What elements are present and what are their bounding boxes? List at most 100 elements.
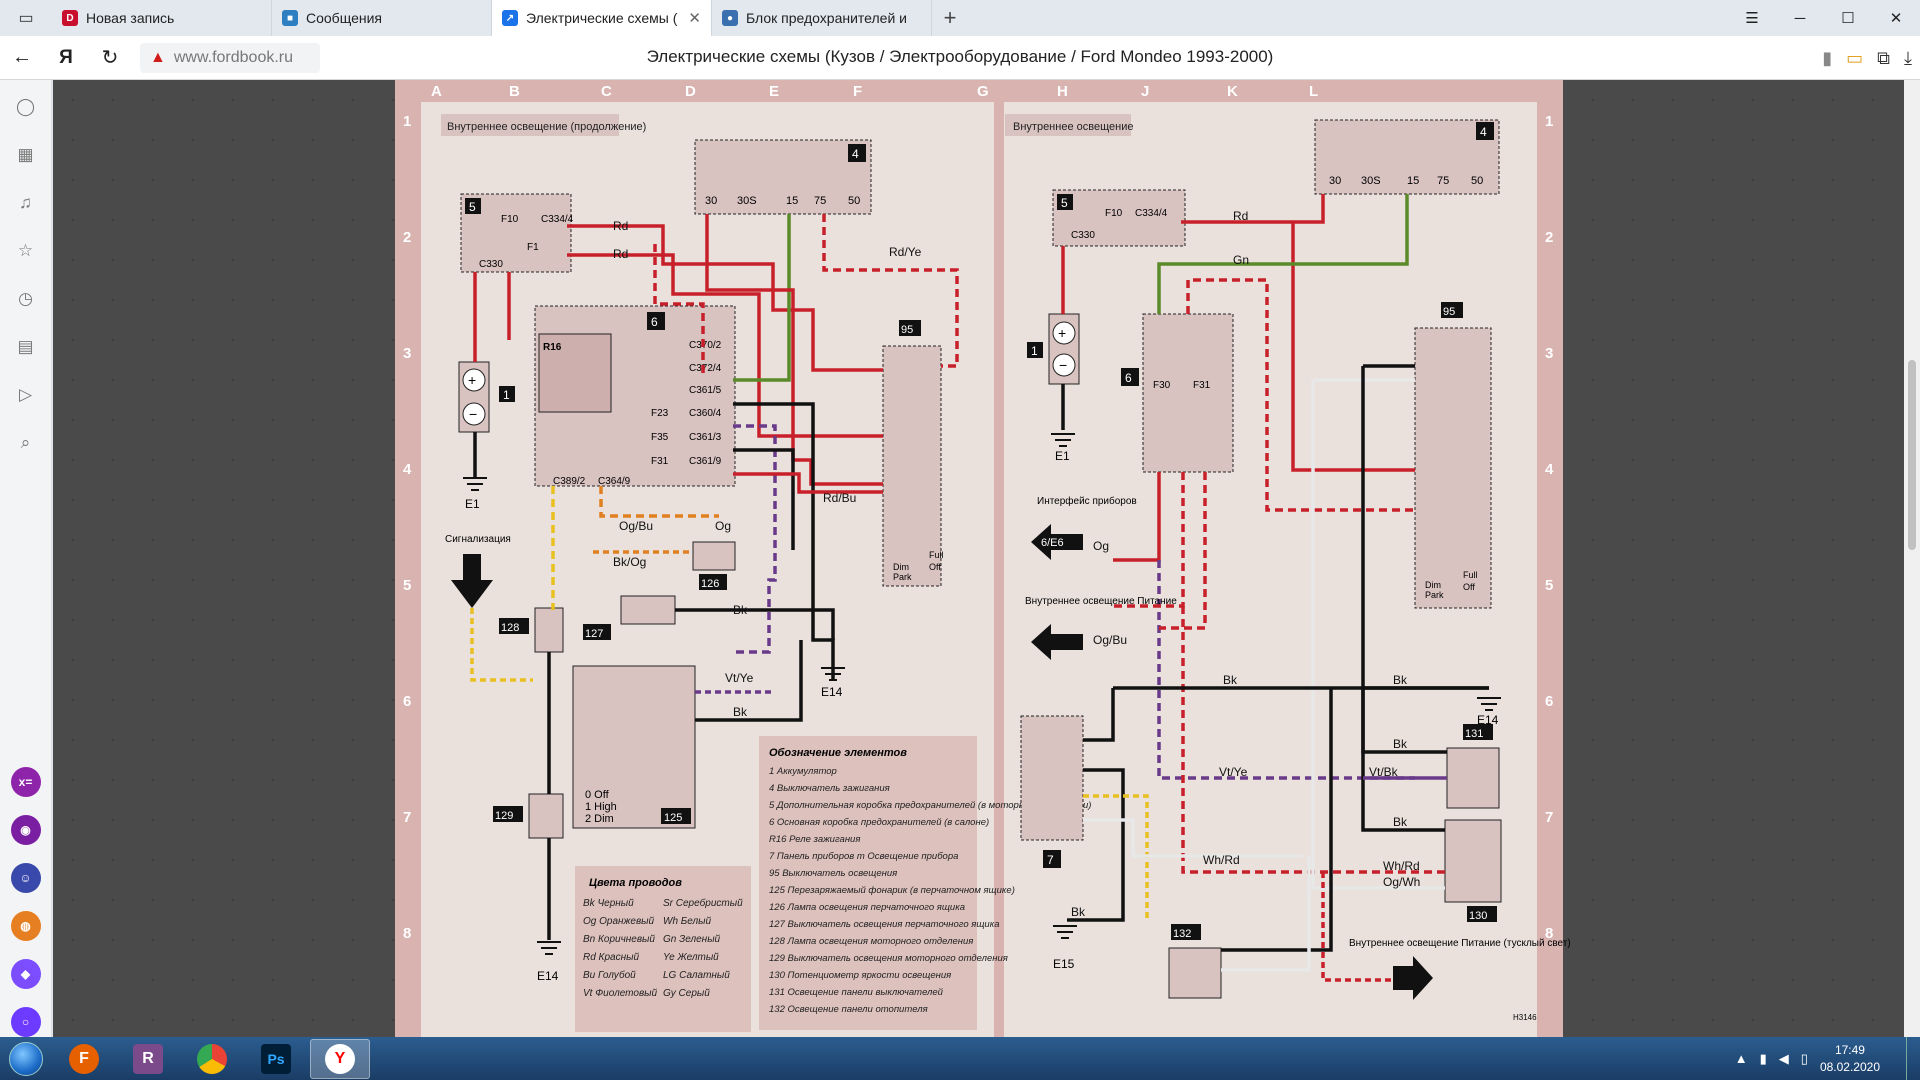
page-icon: ↗: [502, 10, 518, 26]
svg-text:Bk: Bk: [1393, 673, 1408, 687]
legend-item: 1 Аккумулятор: [769, 766, 837, 777]
apps-icon[interactable]: ▦: [11, 140, 41, 170]
calculator-app-icon[interactable]: x=: [10, 767, 41, 797]
volume-icon[interactable]: ◀: [1779, 1051, 1789, 1067]
row-number: 5: [1545, 577, 1553, 594]
svg-text:Vt/Bk: Vt/Bk: [1369, 765, 1399, 779]
back-icon[interactable]: ←: [0, 36, 44, 80]
tab-title: Блок предохранителей и: [746, 10, 907, 26]
network-icon[interactable]: ▮: [1760, 1051, 1767, 1067]
alice-app-icon[interactable]: ○: [10, 1007, 41, 1037]
star-icon[interactable]: ☆: [11, 236, 41, 266]
show-desktop-button[interactable]: [1906, 1037, 1920, 1080]
url-text: www.fordbook.ru: [173, 48, 294, 66]
page-title: Электрические схемы (Кузов / Электрообор…: [646, 47, 1274, 66]
svg-text:F35: F35: [651, 432, 669, 443]
bell-icon[interactable]: ♫: [11, 188, 41, 218]
menu-icon[interactable]: ☰: [1728, 0, 1776, 36]
ground-label: E1: [1055, 449, 1070, 463]
instr-iface-label: Интерфейс приборов: [1037, 495, 1137, 507]
legend-item: 95 Выключатель освещения: [769, 868, 897, 879]
close-icon[interactable]: ✕: [688, 9, 701, 27]
chrome-app[interactable]: [182, 1039, 242, 1079]
reload-icon[interactable]: ↻: [88, 36, 132, 80]
winrar-app[interactable]: R: [118, 1039, 178, 1079]
page-scrollbar[interactable]: [1904, 80, 1920, 1037]
ground-label: E14: [1477, 713, 1499, 727]
translate-icon[interactable]: ⧉: [1877, 48, 1890, 69]
svg-text:Rd/Ye: Rd/Ye: [889, 245, 922, 259]
ground-label: E15: [1053, 957, 1075, 971]
row-number: 3: [403, 345, 411, 362]
scrollbar-thumb[interactable]: [1908, 360, 1916, 550]
svg-text:Park: Park: [893, 572, 912, 582]
firefox-app[interactable]: F: [54, 1039, 114, 1079]
light-switch-95-right: 95 DimPark Full Off: [1414, 302, 1492, 609]
column-letter: D: [685, 83, 696, 100]
svg-text:H3146: H3146: [1513, 1013, 1537, 1022]
svg-text:Vt/Ye: Vt/Ye: [725, 671, 754, 685]
start-button[interactable]: [0, 1037, 52, 1080]
light-switch-95-left: 95 DimPark Full Off: [882, 320, 944, 587]
row-number: 5: [403, 577, 411, 594]
svg-text:128: 128: [501, 622, 519, 634]
game-app-icon[interactable]: ☺: [10, 863, 41, 893]
svg-text:C330: C330: [1071, 230, 1095, 241]
search-doc-icon[interactable]: ⌕: [11, 428, 41, 458]
svg-text:F23: F23: [651, 408, 669, 419]
svg-text:30: 30: [705, 195, 717, 207]
svg-text:131: 131: [1465, 728, 1483, 740]
svg-text:C364/9: C364/9: [598, 476, 631, 487]
column-letter: F: [853, 83, 862, 100]
maximize-icon[interactable]: ☐: [1824, 0, 1872, 36]
profile-icon[interactable]: ◯: [11, 92, 41, 122]
tab-title: Электрические схемы (: [526, 10, 678, 26]
column-letter: H: [1057, 83, 1068, 100]
row-number: 4: [403, 461, 412, 478]
tab-electric-schemes[interactable]: ↗ Электрические схемы ( ✕: [492, 0, 712, 36]
svg-text:4: 4: [852, 147, 859, 161]
photoshop-app[interactable]: Ps: [246, 1039, 306, 1079]
wire-color-item: Bk Черный: [583, 898, 634, 909]
tab-fuse-box[interactable]: ● Блок предохранителей и: [712, 0, 932, 36]
tab-new-post[interactable]: D Новая запись: [52, 0, 272, 36]
url-field[interactable]: ▲ www.fordbook.ru: [140, 42, 320, 73]
svg-text:C334/4: C334/4: [541, 214, 574, 225]
new-tab-button[interactable]: +: [932, 5, 968, 31]
yandex-logo-icon[interactable]: Я: [44, 36, 88, 80]
close-window-icon[interactable]: ✕: [1872, 0, 1920, 36]
svg-text:Bk: Bk: [1223, 673, 1238, 687]
svg-text:Bk: Bk: [1071, 905, 1086, 919]
row-ruler-right: [1537, 80, 1563, 1037]
play-icon[interactable]: ▷: [11, 380, 41, 410]
date: 08.02.2020: [1819, 1059, 1880, 1074]
svg-text:30: 30: [1329, 175, 1341, 187]
tray-expand-icon[interactable]: ▲: [1735, 1051, 1748, 1066]
sidebar-toggle-icon[interactable]: ▭: [0, 0, 52, 36]
column-letter: G: [977, 83, 989, 100]
svg-text:R16: R16: [543, 342, 562, 353]
svg-text:50: 50: [848, 195, 860, 207]
yandex-browser-app[interactable]: Y: [310, 1038, 370, 1079]
minimize-icon[interactable]: ─: [1776, 0, 1824, 36]
svg-text:Rd/Bu: Rd/Bu: [823, 491, 856, 505]
clock[interactable]: 17:49 08.02.2020: [1820, 1042, 1880, 1076]
battery-icon[interactable]: ▭: [1846, 48, 1863, 69]
history-icon[interactable]: ◷: [11, 284, 41, 314]
pizza-app-icon[interactable]: ◍: [10, 911, 41, 941]
messenger-app-icon[interactable]: ◆: [10, 959, 41, 989]
svg-text:Gn: Gn: [1233, 253, 1249, 267]
bookmark-icon[interactable]: ▮: [1822, 48, 1832, 69]
column-letter: C: [601, 83, 612, 100]
ground-label: E1: [465, 497, 480, 511]
svg-text:C372/4: C372/4: [689, 363, 722, 374]
power-icon[interactable]: ▯: [1801, 1051, 1808, 1067]
collections-icon[interactable]: ▤: [11, 332, 41, 362]
svg-text:C361/3: C361/3: [689, 432, 722, 443]
download-icon[interactable]: ⤓: [1904, 48, 1912, 69]
tab-messages[interactable]: ■ Сообщения: [272, 0, 492, 36]
svg-text:Bk: Bk: [733, 603, 748, 617]
svg-text:Bk/Og: Bk/Og: [613, 555, 646, 569]
podcast-app-icon[interactable]: ◉: [10, 815, 41, 845]
svg-text:95: 95: [901, 324, 913, 336]
